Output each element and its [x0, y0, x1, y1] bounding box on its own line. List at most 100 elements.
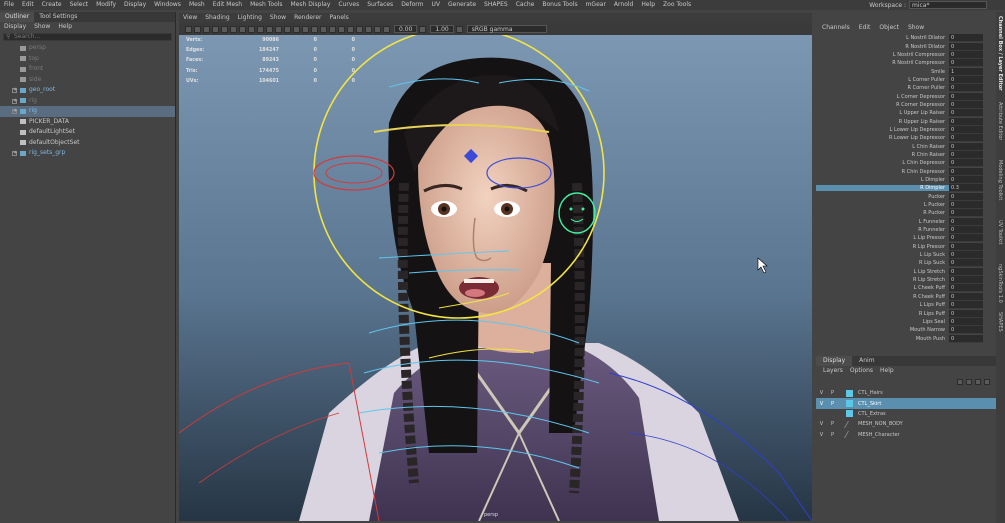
image-plane-icon[interactable]	[212, 25, 219, 33]
channel-row[interactable]: L Cheek Puff 0	[816, 284, 996, 293]
layer-color-swatch[interactable]	[846, 389, 853, 397]
channel-row[interactable]: R Corner Puller 0	[816, 84, 996, 93]
menu-zoo-tools[interactable]: Zoo Tools	[659, 0, 695, 10]
channel-row[interactable]: R Nostril Compressor 0	[816, 59, 996, 68]
outliner-item[interactable]: + geo_root	[0, 85, 175, 96]
menu-display[interactable]: Display	[120, 0, 150, 10]
outliner-item[interactable]: defaultLightSet	[0, 127, 175, 138]
layer-name[interactable]: MESH_NON_BODY	[856, 421, 903, 427]
channel-row[interactable]: L Chin Raiser 0	[816, 142, 996, 151]
layer-name[interactable]: CTL_Extras	[856, 411, 886, 417]
viewport-menu-lighting[interactable]: Lighting	[234, 13, 266, 23]
isolate-select-icon[interactable]	[356, 25, 363, 33]
gamma-icon[interactable]	[419, 25, 427, 33]
menu-mgear[interactable]: mGear	[582, 0, 610, 10]
channel-value-field[interactable]: 0	[949, 34, 983, 43]
viewport-menu-view[interactable]: View	[179, 13, 201, 23]
layer-menu-help[interactable]: Help	[880, 366, 894, 376]
channel-name[interactable]: R Dimpler	[816, 185, 949, 192]
channel-value-field[interactable]: 0	[949, 242, 983, 251]
layer-row[interactable]: V P CTL_Hairs	[816, 388, 996, 398]
channel-name[interactable]: L Dimpler	[816, 177, 949, 183]
channel-row[interactable]: L Upper Lip Raiser 0	[816, 109, 996, 118]
channel-row[interactable]: R Dimpler 0.3	[816, 184, 996, 193]
channel-menu-edit[interactable]: Edit	[859, 22, 871, 34]
lights-icon[interactable]	[320, 25, 327, 33]
channel-value-field[interactable]: 0	[949, 59, 983, 68]
channel-name[interactable]: R Corner Puller	[816, 85, 949, 91]
tab-outliner[interactable]: Outliner	[0, 12, 35, 22]
channel-row[interactable]: R Nostril Dilator 0	[816, 42, 996, 51]
channel-row[interactable]: R Cheek Puff 0	[816, 292, 996, 301]
side-tab[interactable]: ngSkinTools 1.0	[997, 264, 1003, 303]
layer-row[interactable]: V P MESH_Character	[816, 430, 996, 440]
channel-row[interactable]: L Lip Suck 0	[816, 251, 996, 260]
new-layer-from-selection-icon[interactable]	[984, 379, 990, 385]
channel-value-field[interactable]: 0	[949, 92, 983, 101]
channel-name[interactable]: R Chin Depressor	[816, 169, 949, 175]
channel-value-field[interactable]: 0	[949, 50, 983, 59]
channel-value-field[interactable]: 0	[949, 251, 983, 260]
side-tab[interactable]: SHAPES	[997, 312, 1003, 332]
resolution-gate-icon[interactable]	[239, 25, 246, 33]
channel-value-field[interactable]: 0.3	[949, 184, 983, 193]
textured-icon[interactable]	[311, 25, 318, 33]
channel-row[interactable]: R Lower Lip Depressor 0	[816, 134, 996, 143]
channel-row[interactable]: L Funneler 0	[816, 217, 996, 226]
layer-playback-toggle[interactable]: P	[827, 401, 838, 407]
new-empty-layer-icon[interactable]	[975, 379, 981, 385]
menu-shapes[interactable]: SHAPES	[480, 0, 512, 10]
ambient-occlusion-icon[interactable]	[365, 25, 372, 33]
channel-name[interactable]: R Chin Raiser	[816, 152, 949, 158]
channel-name[interactable]: R Cheek Puff	[816, 294, 949, 300]
layer-row[interactable]: CTL_Extras	[816, 409, 996, 419]
menu-file[interactable]: File	[0, 0, 18, 10]
channel-row[interactable]: R Corner Depressor 0	[816, 100, 996, 109]
channel-value-field[interactable]: 0	[949, 125, 983, 134]
side-tab[interactable]: UV Toolkit	[997, 220, 1003, 245]
menu-select[interactable]: Select	[66, 0, 93, 10]
channel-value-field[interactable]: 0	[949, 176, 983, 185]
channel-name[interactable]: R Funneler	[816, 227, 949, 233]
layer-menu-options[interactable]: Options	[850, 366, 873, 376]
channel-name[interactable]: Lips Seal	[816, 319, 949, 325]
channel-row[interactable]: L Nostril Dilator 0	[816, 34, 996, 43]
antialiasing-icon[interactable]	[374, 25, 381, 33]
menu-create[interactable]: Create	[38, 0, 66, 10]
channel-value-field[interactable]: 0	[949, 75, 983, 84]
channel-row[interactable]: Lips Seal 0	[816, 317, 996, 326]
viewport-menu-shading[interactable]: Shading	[201, 13, 233, 23]
channel-name[interactable]: L Nostril Compressor	[816, 52, 949, 58]
layer-playback-toggle[interactable]: P	[827, 421, 838, 427]
outliner-item[interactable]: front	[0, 64, 175, 75]
outliner-item[interactable]: + rig	[0, 106, 175, 117]
select-camera-icon[interactable]	[185, 25, 192, 33]
channel-name[interactable]: R Lip Pressor	[816, 244, 949, 250]
channel-name[interactable]: L Corner Puller	[816, 77, 949, 83]
channel-name[interactable]: L Lip Pressor	[816, 235, 949, 241]
channel-value-field[interactable]: 0	[949, 109, 983, 118]
channel-value-field[interactable]: 0	[949, 201, 983, 210]
side-tab[interactable]: Modeling Toolkit	[997, 160, 1003, 200]
channel-row[interactable]: R Chin Depressor 0	[816, 167, 996, 176]
channel-name[interactable]: L Upper Lip Raiser	[816, 110, 949, 116]
channel-name[interactable]: R Upper Lip Raiser	[816, 119, 949, 125]
shadows-icon[interactable]	[329, 25, 336, 33]
channel-name[interactable]: Pucker	[816, 194, 949, 200]
outliner-item[interactable]: top	[0, 54, 175, 65]
expand-icon[interactable]: +	[12, 109, 17, 114]
channel-value-field[interactable]: 0	[949, 284, 983, 293]
channel-name[interactable]: L Chin Depressor	[816, 160, 949, 166]
channel-value-field[interactable]: 0	[949, 326, 983, 335]
channel-value-field[interactable]: 0	[949, 84, 983, 93]
layer-name[interactable]: CTL_Hairs	[856, 390, 883, 396]
menu-modify[interactable]: Modify	[92, 0, 120, 10]
layer-name[interactable]: CTL_Skirt	[856, 401, 881, 407]
layer-tab-display[interactable]: Display	[816, 356, 853, 366]
layer-color-swatch[interactable]	[843, 431, 856, 439]
layer-color-swatch[interactable]	[846, 410, 853, 418]
channel-value-field[interactable]: 0	[949, 209, 983, 218]
field-chart-icon[interactable]	[257, 25, 264, 33]
channel-row[interactable]: L Chin Depressor 0	[816, 159, 996, 168]
channel-name[interactable]: L Lip Stretch	[816, 269, 949, 275]
